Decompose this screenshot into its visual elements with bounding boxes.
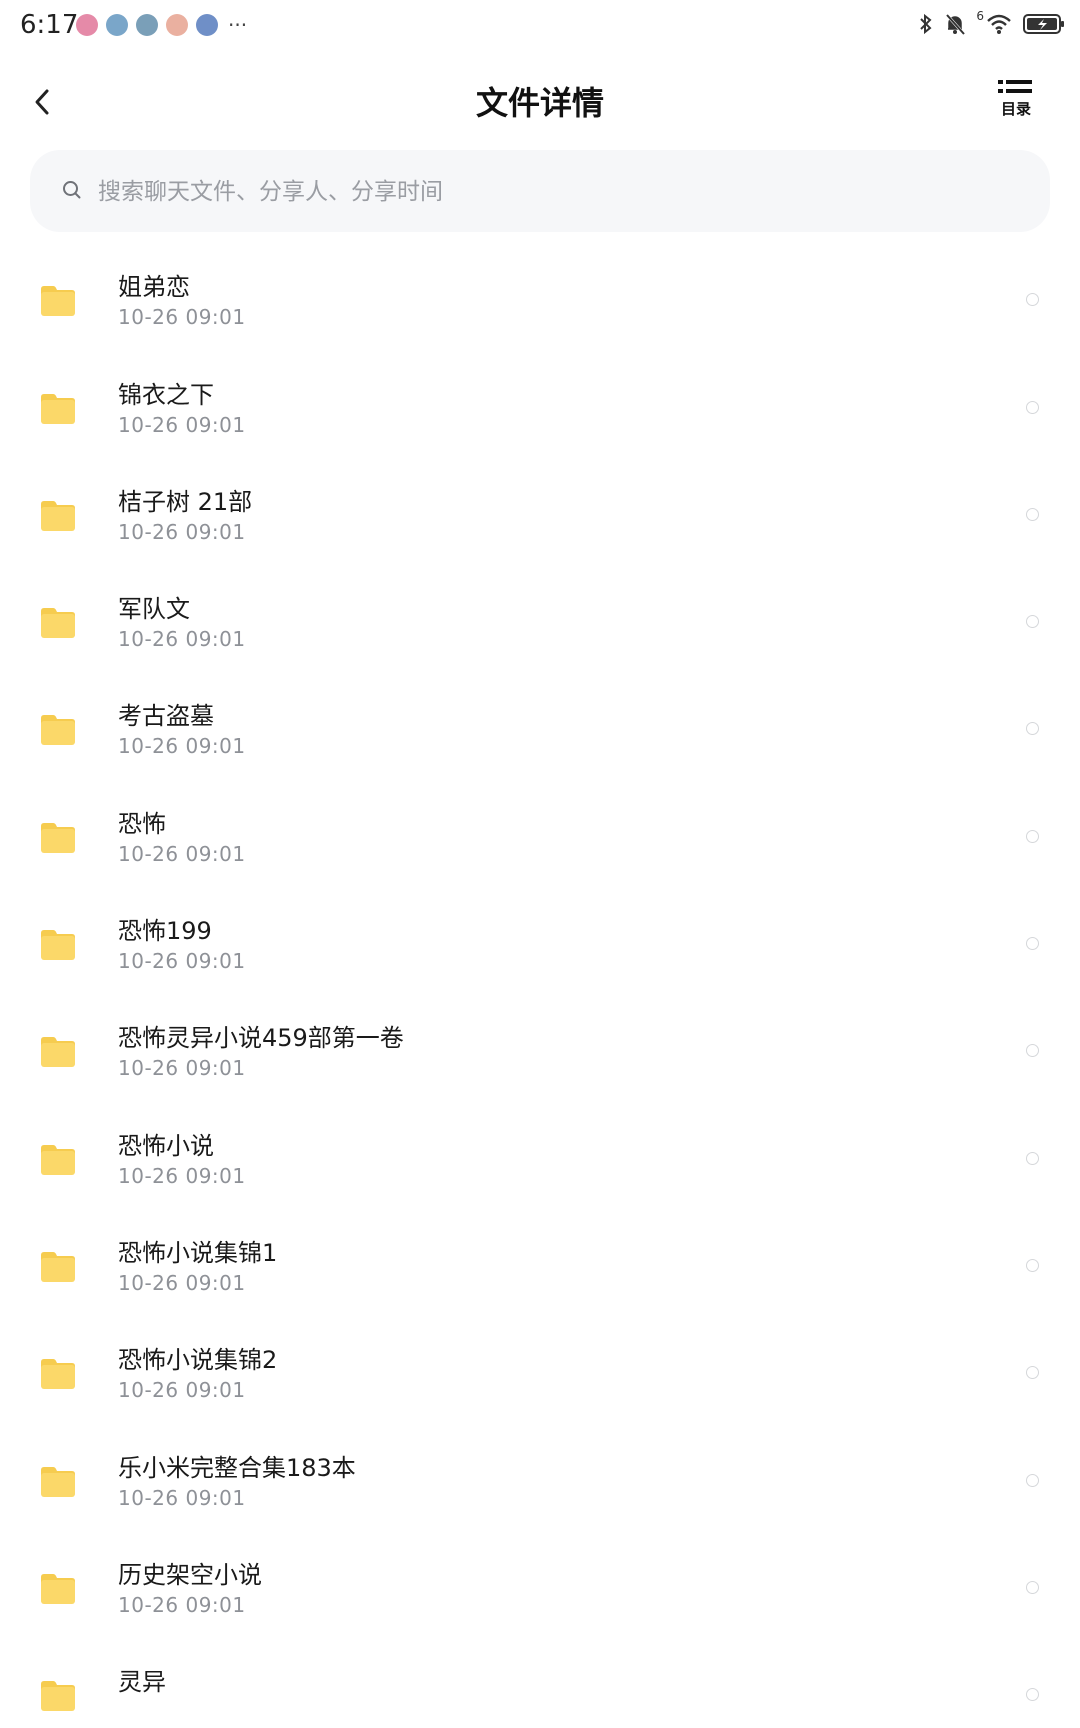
file-list-item[interactable]: 乐小米完整合集183本 10-26 09:01: [0, 1428, 1080, 1535]
select-radio[interactable]: [1026, 1366, 1039, 1380]
file-name: 恐怖灵异小说459部第一卷: [118, 1024, 404, 1053]
folder-icon: [41, 1466, 75, 1497]
select-radio[interactable]: [1026, 400, 1039, 414]
system-icons: 6: [918, 9, 1066, 36]
search-bar[interactable]: [30, 150, 1050, 232]
select-radio[interactable]: [1026, 1688, 1039, 1702]
file-name: 恐怖小说: [118, 1131, 214, 1160]
header: 文件详情 目录: [0, 56, 1080, 148]
file-list-content: 10-26 09:01 姐弟恋 10-26 09:01 锦衣之下 10-26 0…: [0, 232, 1080, 1728]
file-name: 桔子树 21部: [118, 487, 253, 516]
file-list-item[interactable]: 姐弟恋 10-26 09:01: [0, 247, 1080, 354]
file-time: 10-26 09:01: [118, 305, 246, 330]
file-list-item[interactable]: 锦衣之下 10-26 09:01: [0, 355, 1080, 462]
app-notification-icon: [136, 14, 158, 36]
file-time: 10-26 09:01: [118, 1378, 246, 1403]
select-radio[interactable]: [1026, 1580, 1039, 1594]
bluetooth-icon: [920, 13, 932, 35]
battery-charging-icon: [1023, 14, 1064, 34]
select-radio[interactable]: [1026, 722, 1039, 736]
select-radio[interactable]: [1026, 829, 1039, 843]
status-bar: 6:17 ··· 6: [0, 0, 1080, 56]
file-list-item[interactable]: 军队文 10-26 09:01: [0, 569, 1080, 676]
folder-icon: [41, 1144, 75, 1175]
file-list-item[interactable]: 恐怖小说 10-26 09:01: [0, 1106, 1080, 1213]
folder-icon: [41, 393, 75, 424]
file-name: 灵异: [118, 1668, 166, 1697]
folder-icon: [41, 715, 75, 746]
file-name: 锦衣之下: [118, 380, 214, 409]
file-list-item[interactable]: 恐怖小说集锦1 10-26 09:01: [0, 1213, 1080, 1320]
file-list-item[interactable]: 灵异: [0, 1642, 1080, 1728]
file-name: 恐怖199: [118, 917, 212, 946]
file-time: 10-26 09:01: [118, 1592, 246, 1617]
page-title: 文件详情: [475, 84, 604, 122]
toc-label: 目录: [1000, 100, 1031, 118]
folder-icon: [41, 1681, 75, 1712]
app-notification-icon: [76, 14, 98, 36]
file-list-item[interactable]: 恐怖 10-26 09:01: [0, 784, 1080, 891]
file-time: 10-26 09:01: [118, 1163, 246, 1188]
select-radio[interactable]: [1026, 1151, 1039, 1165]
app-notification-icon: [166, 14, 188, 36]
file-name: 军队文: [118, 595, 190, 624]
file-name: 恐怖: [118, 809, 166, 838]
folder-icon: [41, 822, 75, 853]
list-icon: [998, 80, 1032, 93]
table-of-contents-button[interactable]: 目录: [996, 78, 1036, 126]
status-time: 6:17: [20, 10, 79, 40]
file-list: 10-26 09:01 姐弟恋 10-26 09:01 锦衣之下 10-26 0…: [0, 232, 1080, 1728]
folder-icon: [41, 1359, 75, 1390]
file-name: 乐小米完整合集183本: [118, 1453, 356, 1482]
select-radio[interactable]: [1026, 615, 1039, 629]
file-list-item[interactable]: 恐怖灵异小说459部第一卷 10-26 09:01: [0, 998, 1080, 1105]
notification-icons: ···: [76, 14, 247, 36]
file-list-item[interactable]: 桔子树 21部 10-26 09:01: [0, 462, 1080, 569]
more-notifications-icon: ···: [228, 13, 248, 37]
folder-icon: [41, 286, 75, 317]
file-name: 姐弟恋: [118, 273, 190, 302]
folder-icon: [41, 1037, 75, 1068]
folder-icon: [41, 608, 75, 639]
file-time: 10-26 09:01: [118, 949, 246, 974]
select-radio[interactable]: [1026, 1044, 1039, 1058]
app-notification-icon: [106, 14, 128, 36]
select-radio[interactable]: [1026, 1258, 1039, 1272]
wifi-signal-label: 6: [976, 9, 984, 23]
file-name: 恐怖小说集锦2: [118, 1346, 278, 1375]
file-list-item[interactable]: 恐怖小说集锦2 10-26 09:01: [0, 1320, 1080, 1427]
file-time: 10-26 09:01: [118, 519, 246, 544]
file-time: 10-26 09:01: [118, 627, 246, 652]
file-list-item[interactable]: 10-26 09:01: [0, 232, 1080, 247]
file-time: 10-26 09:01: [118, 1485, 246, 1510]
file-list-item[interactable]: 历史架空小说 10-26 09:01: [0, 1535, 1080, 1642]
folder-icon: [41, 500, 75, 531]
wifi-icon: [987, 14, 1011, 34]
file-list-item[interactable]: 考古盗墓 10-26 09:01: [0, 676, 1080, 783]
folder-icon: [41, 1573, 75, 1604]
select-radio[interactable]: [1026, 937, 1039, 951]
select-radio[interactable]: [1026, 507, 1039, 521]
search-input[interactable]: [96, 166, 1000, 218]
app-notification-icon: [196, 14, 218, 36]
file-name: 历史架空小说: [118, 1560, 262, 1589]
file-time: 10-26 09:01: [118, 1056, 246, 1081]
select-radio[interactable]: [1026, 1473, 1039, 1487]
file-time: 10-26 09:01: [118, 734, 246, 759]
file-time: 10-26 09:01: [118, 412, 246, 437]
folder-icon: [41, 930, 75, 961]
file-name: 考古盗墓: [118, 702, 214, 731]
bell-muted-icon: [946, 13, 966, 36]
select-radio[interactable]: [1026, 293, 1039, 307]
search-icon: [63, 181, 81, 199]
file-time: 10-26 09:01: [118, 1270, 246, 1295]
file-time: 10-26 09:01: [118, 841, 246, 866]
file-list-item[interactable]: 恐怖199 10-26 09:01: [0, 891, 1080, 998]
folder-icon: [41, 1251, 75, 1282]
file-name: 恐怖小说集锦1: [118, 1238, 278, 1267]
